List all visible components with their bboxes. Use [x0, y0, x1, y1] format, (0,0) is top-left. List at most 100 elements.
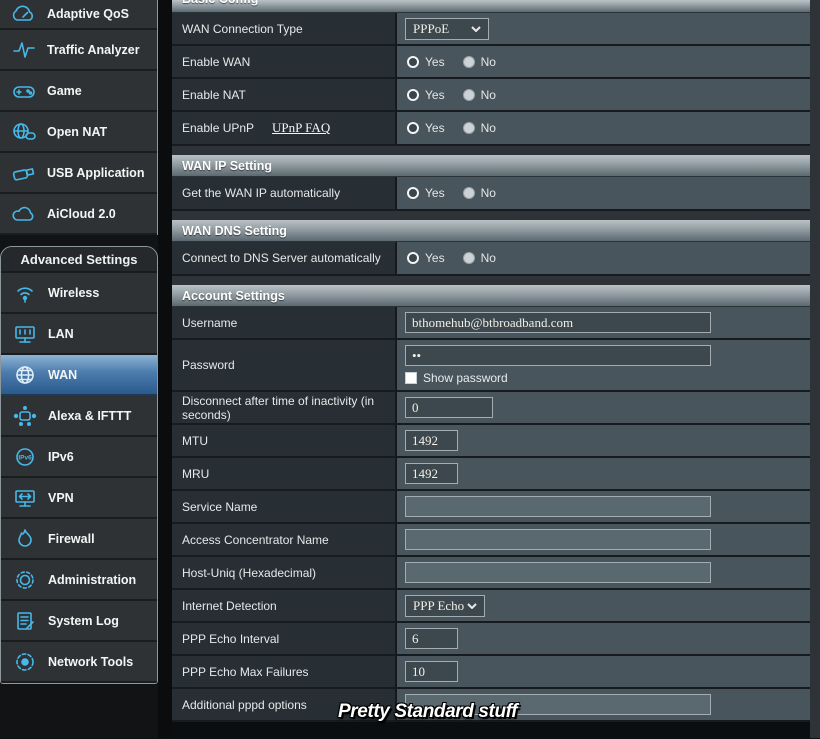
- upnp-faq-link[interactable]: UPnP FAQ: [272, 120, 330, 136]
- sidebar-item-network-tools[interactable]: Network Tools: [1, 642, 157, 683]
- section-header-wan-ip: WAN IP Setting: [172, 155, 810, 177]
- wifi-icon: [11, 282, 39, 304]
- wan-settings-content: Basic Config WAN Connection Type PPPoE E…: [172, 0, 810, 739]
- sidebar-item-open-nat[interactable]: Open NAT: [0, 112, 157, 153]
- cloud-icon: [10, 205, 38, 223]
- connect-dns-label: Connect to DNS Server automatically: [172, 242, 397, 274]
- mtu-label: MTU: [172, 425, 397, 456]
- enable-upnp-yes-radio[interactable]: [407, 122, 419, 134]
- section-gap: [172, 146, 810, 155]
- get-wan-ip-yes-radio[interactable]: [407, 187, 419, 199]
- username-input[interactable]: [405, 312, 711, 333]
- enable-wan-no-radio[interactable]: [463, 56, 475, 68]
- globe-gamepad-icon: [10, 121, 38, 143]
- row-wan-connection-type: WAN Connection Type PPPoE: [172, 13, 810, 46]
- sidebar-item-wireless[interactable]: Wireless: [1, 273, 157, 314]
- host-uniq-label: Host-Uniq (Hexadecimal): [172, 557, 397, 588]
- disconnect-inactivity-label: Disconnect after time of inactivity (in …: [172, 392, 397, 423]
- sidebar-item-firewall[interactable]: Firewall: [1, 519, 157, 560]
- row-mtu: MTU: [172, 425, 810, 458]
- sidebar-item-administration[interactable]: Administration: [1, 560, 157, 601]
- sidebar-item-lan[interactable]: LAN: [1, 314, 157, 355]
- sidebar-item-system-log[interactable]: System Log: [1, 601, 157, 642]
- row-service-name: Service Name: [172, 491, 810, 524]
- connect-dns-yes-radio[interactable]: [407, 252, 419, 264]
- svg-text:IPv6: IPv6: [18, 454, 32, 461]
- sidebar-item-adaptive-qos[interactable]: Adaptive QoS: [0, 0, 157, 30]
- network-tools-gear-icon: [11, 651, 39, 673]
- enable-nat-no-radio[interactable]: [463, 89, 475, 101]
- row-ppp-echo-max-failures: PPP Echo Max Failures: [172, 656, 810, 689]
- lan-monitor-icon: [11, 323, 39, 345]
- sidebar-top-group: Adaptive QoS Traffic Analyzer Game Open …: [0, 0, 158, 235]
- ipv6-globe-icon: IPv6: [11, 446, 39, 468]
- usb-icon: [10, 163, 38, 183]
- sidebar-item-aicloud[interactable]: AiCloud 2.0: [0, 194, 157, 235]
- flame-icon: [11, 528, 39, 550]
- wan-connection-type-label: WAN Connection Type: [172, 13, 397, 44]
- row-access-concentrator-name: Access Concentrator Name: [172, 524, 810, 557]
- access-concentrator-label: Access Concentrator Name: [172, 524, 397, 555]
- mtu-input[interactable]: [405, 430, 458, 451]
- row-connect-dns-automatically: Connect to DNS Server automatically Yes …: [172, 242, 810, 276]
- sidebar-advanced-panel: Advanced Settings Wireless LAN WAN: [0, 246, 158, 684]
- section-gap: [172, 211, 810, 220]
- vpn-monitor-icon: [11, 487, 39, 509]
- enable-upnp-no-radio[interactable]: [463, 122, 475, 134]
- row-enable-wan: Enable WAN Yes No: [172, 46, 810, 79]
- enable-wan-label: Enable WAN: [172, 46, 397, 77]
- section-gap: [172, 276, 810, 285]
- section-header-basic-config: Basic Config: [172, 0, 810, 13]
- sidebar-item-usb-application[interactable]: USB Application: [0, 153, 157, 194]
- chevron-down-icon: [471, 26, 481, 32]
- globe-icon: [11, 364, 39, 386]
- enable-upnp-label: Enable UPnP: [182, 121, 254, 135]
- row-internet-detection: Internet Detection PPP Echo: [172, 590, 810, 623]
- sidebar-item-wan[interactable]: WAN: [1, 355, 157, 396]
- username-label: Username: [172, 307, 397, 338]
- enable-wan-radio-group: Yes No: [407, 55, 498, 69]
- connect-dns-no-radio[interactable]: [463, 252, 475, 264]
- sidebar-item-vpn[interactable]: VPN: [1, 478, 157, 519]
- ppp-echo-interval-input[interactable]: [405, 628, 458, 649]
- row-get-wan-ip-automatically: Get the WAN IP automatically Yes No: [172, 177, 810, 211]
- show-password-checkbox[interactable]: [405, 372, 417, 384]
- ppp-echo-max-failures-input[interactable]: [405, 661, 458, 682]
- sidebar-item-alexa-ifttt[interactable]: Alexa & IFTTT: [1, 396, 157, 437]
- system-log-icon: [11, 610, 39, 632]
- enable-upnp-radio-group: Yes No: [407, 121, 498, 135]
- row-username: Username: [172, 307, 810, 340]
- host-uniq-input[interactable]: [405, 562, 711, 583]
- enable-wan-yes-radio[interactable]: [407, 56, 419, 68]
- get-wan-ip-radio-group: Yes No: [407, 186, 498, 200]
- bottom-strip: [172, 722, 810, 739]
- wan-connection-type-select[interactable]: PPPoE: [405, 18, 489, 40]
- ppp-echo-max-failures-label: PPP Echo Max Failures: [172, 656, 397, 687]
- mru-input[interactable]: [405, 463, 458, 484]
- row-mru: MRU: [172, 458, 810, 491]
- sidebar-item-game[interactable]: Game: [0, 71, 157, 112]
- row-disconnect-inactivity: Disconnect after time of inactivity (in …: [172, 392, 810, 425]
- waveform-icon: [10, 39, 38, 61]
- enable-nat-yes-radio[interactable]: [407, 89, 419, 101]
- alexa-ifttt-icon: [11, 405, 39, 427]
- access-concentrator-input[interactable]: [405, 529, 711, 550]
- disconnect-inactivity-input[interactable]: [405, 397, 493, 418]
- password-input[interactable]: [405, 345, 711, 366]
- gamepad-icon: [10, 81, 38, 101]
- sidebar-item-traffic-analyzer[interactable]: Traffic Analyzer: [0, 30, 157, 71]
- internet-detection-select[interactable]: PPP Echo: [405, 595, 485, 617]
- sidebar: Adaptive QoS Traffic Analyzer Game Open …: [0, 0, 158, 738]
- enable-nat-radio-group: Yes No: [407, 88, 498, 102]
- enable-nat-label: Enable NAT: [172, 79, 397, 110]
- get-wan-ip-no-radio[interactable]: [463, 187, 475, 199]
- service-name-input[interactable]: [405, 496, 711, 517]
- advanced-settings-header: Advanced Settings: [1, 247, 157, 273]
- row-host-uniq: Host-Uniq (Hexadecimal): [172, 557, 810, 590]
- row-enable-upnp: Enable UPnP UPnP FAQ Yes No: [172, 112, 810, 146]
- get-wan-ip-label: Get the WAN IP automatically: [172, 177, 397, 209]
- sidebar-item-ipv6[interactable]: IPv6 IPv6: [1, 437, 157, 478]
- row-password: Password Show password: [172, 340, 810, 392]
- ppp-echo-interval-label: PPP Echo Interval: [172, 623, 397, 654]
- chevron-down-icon: [467, 603, 477, 609]
